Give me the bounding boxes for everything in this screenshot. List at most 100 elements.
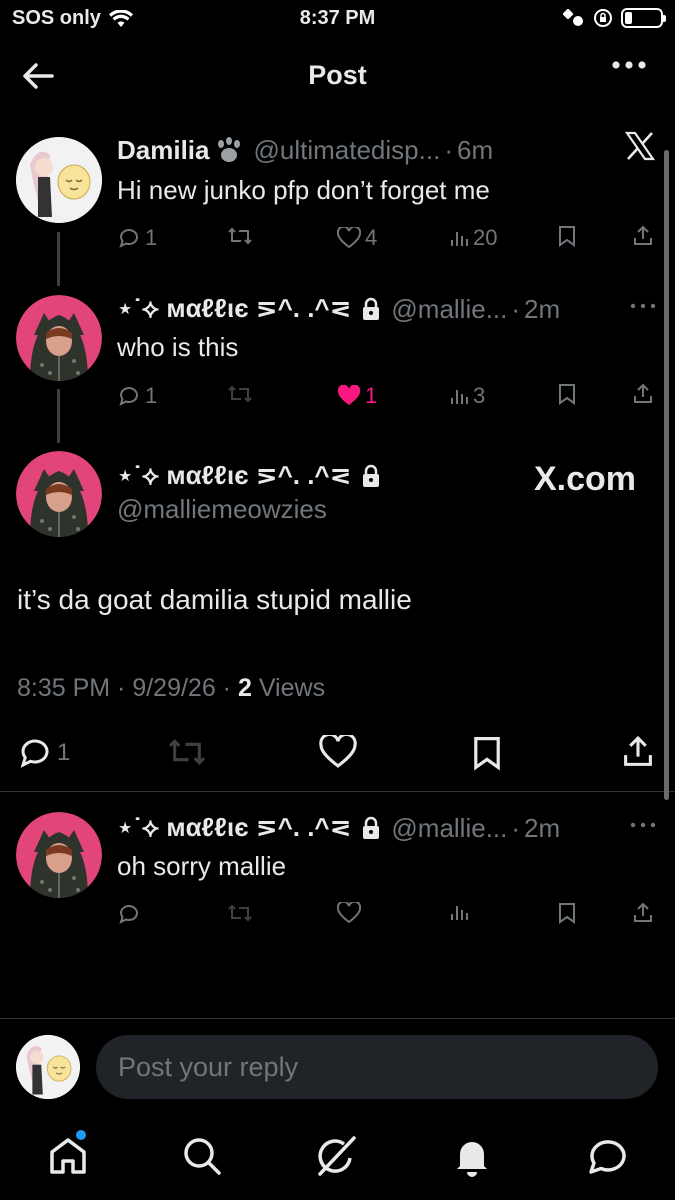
- x-com-watermark: X.com: [534, 460, 637, 498]
- thread-line: [57, 232, 60, 286]
- status-bar: SOS only 8:37 PM: [0, 0, 675, 38]
- share-icon: [621, 735, 655, 769]
- display-name[interactable]: Damilia: [117, 135, 210, 166]
- reply-count: 1: [57, 739, 71, 766]
- handle[interactable]: @mallie...: [391, 294, 507, 325]
- display-name[interactable]: ⋆˙⟡ ᴍαℓℓιє ⋝^. .^⋜: [117, 460, 351, 492]
- views-button[interactable]: 20: [449, 225, 497, 251]
- handle[interactable]: @ultimatedisp...: [254, 135, 441, 166]
- avatar[interactable]: [16, 451, 102, 537]
- x-logo-icon: [624, 130, 656, 162]
- analytics-icon: [449, 386, 469, 406]
- tweet-actions: 1 4 20: [117, 225, 665, 255]
- orientation-lock-icon: [593, 8, 613, 28]
- repost-icon: [227, 383, 253, 405]
- display-name[interactable]: ⋆˙⟡ ᴍαℓℓιє ⋝^. .^⋜: [117, 293, 351, 325]
- bookmark-button[interactable]: [557, 383, 577, 405]
- reply-icon: [117, 902, 141, 926]
- heart-icon: [337, 227, 361, 249]
- repost-button[interactable]: [227, 225, 253, 247]
- tweet-actions: 1 1 3: [117, 383, 665, 413]
- focus-icon: [563, 8, 585, 28]
- tweet-text: Hi new junko pfp don’t forget me: [117, 175, 490, 205]
- post-author: ⋆˙⟡ ᴍαℓℓιє ⋝^. .^⋜: [117, 460, 381, 492]
- more-options-icon[interactable]: [630, 302, 656, 310]
- repost-icon: [167, 735, 207, 769]
- tweet-header: ⋆˙⟡ ᴍαℓℓιє ⋝^. .^⋜ @mallie... · 2m: [117, 293, 561, 325]
- thread-line: [57, 389, 60, 443]
- reply-count: 1: [145, 383, 158, 408]
- reply-count: 1: [145, 225, 158, 250]
- post-header: Post: [0, 50, 675, 102]
- share-button[interactable]: [632, 383, 654, 405]
- share-button[interactable]: [632, 902, 654, 924]
- avatar[interactable]: [16, 812, 102, 898]
- share-button[interactable]: [621, 735, 655, 769]
- tab-messages[interactable]: [586, 1134, 630, 1178]
- display-name[interactable]: ⋆˙⟡ ᴍαℓℓιє ⋝^. .^⋜: [117, 812, 351, 844]
- avatar[interactable]: [16, 295, 102, 381]
- like-button[interactable]: 1: [337, 383, 377, 409]
- grok-icon: [314, 1134, 358, 1178]
- like-count: 4: [365, 225, 378, 250]
- share-button[interactable]: [632, 225, 654, 247]
- more-options-icon[interactable]: [611, 60, 647, 70]
- reply-button[interactable]: 1: [117, 383, 157, 409]
- analytics-icon: [449, 228, 469, 248]
- views-label: Views: [258, 674, 326, 702]
- scrollbar[interactable]: [664, 150, 669, 800]
- handle[interactable]: @malliemeowzies: [117, 494, 327, 525]
- like-button[interactable]: [337, 902, 361, 924]
- like-button[interactable]: 4: [337, 225, 377, 251]
- heart-icon: [337, 902, 361, 924]
- my-avatar[interactable]: [16, 1035, 80, 1099]
- bookmark-icon: [557, 225, 577, 247]
- bell-icon: [450, 1134, 494, 1178]
- share-icon: [632, 902, 654, 924]
- share-icon: [632, 225, 654, 247]
- like-count: 1: [365, 383, 378, 408]
- tweet-header: Damilia @ultimatedisp... · 6m: [117, 135, 494, 166]
- bookmark-button[interactable]: [471, 735, 503, 771]
- reply-button[interactable]: 1: [117, 225, 157, 251]
- repost-button[interactable]: [167, 735, 207, 769]
- bookmark-icon: [557, 383, 577, 405]
- tab-search[interactable]: [180, 1134, 224, 1178]
- tab-notifications[interactable]: [450, 1134, 494, 1178]
- post-meta: 8:35 PM · 9/29/26 · 2 Views: [17, 674, 325, 703]
- reply-button[interactable]: 1: [17, 735, 70, 771]
- like-button[interactable]: [319, 735, 357, 769]
- repost-button[interactable]: [227, 902, 253, 924]
- notification-dot: [76, 1130, 86, 1140]
- analytics-icon: [449, 902, 469, 922]
- reply-icon: [17, 735, 53, 771]
- reply-icon: [117, 384, 141, 408]
- relative-time: 2m: [524, 812, 561, 843]
- repost-button[interactable]: [227, 383, 253, 405]
- tweet-header: ⋆˙⟡ ᴍαℓℓιє ⋝^. .^⋜ @mallie... · 2m: [117, 812, 561, 844]
- lock-icon: [361, 464, 381, 488]
- battery-icon: [621, 8, 666, 28]
- divider: [0, 791, 675, 792]
- lock-icon: [361, 816, 381, 840]
- bottom-tab-bar: [0, 1114, 675, 1200]
- relative-time: 2m: [524, 293, 561, 324]
- views-button[interactable]: 3: [449, 383, 485, 409]
- reply-icon: [117, 226, 141, 250]
- handle[interactable]: @mallie...: [391, 813, 507, 844]
- post-timestamp: 8:35 PM · 9/29/26 ·: [17, 674, 232, 702]
- bookmark-button[interactable]: [557, 902, 577, 924]
- views-count: 20: [473, 225, 498, 250]
- message-icon: [586, 1134, 630, 1178]
- more-options-icon[interactable]: [630, 821, 656, 829]
- bookmark-button[interactable]: [557, 225, 577, 247]
- tweet-actions: [117, 902, 665, 932]
- bookmark-icon: [557, 902, 577, 924]
- relative-time: 6m: [456, 135, 494, 165]
- reply-input[interactable]: [96, 1035, 658, 1099]
- avatar[interactable]: [16, 137, 102, 223]
- tab-grok[interactable]: [314, 1134, 358, 1178]
- views-button[interactable]: [449, 902, 469, 922]
- reply-button[interactable]: [117, 902, 141, 926]
- tab-home[interactable]: [46, 1130, 90, 1178]
